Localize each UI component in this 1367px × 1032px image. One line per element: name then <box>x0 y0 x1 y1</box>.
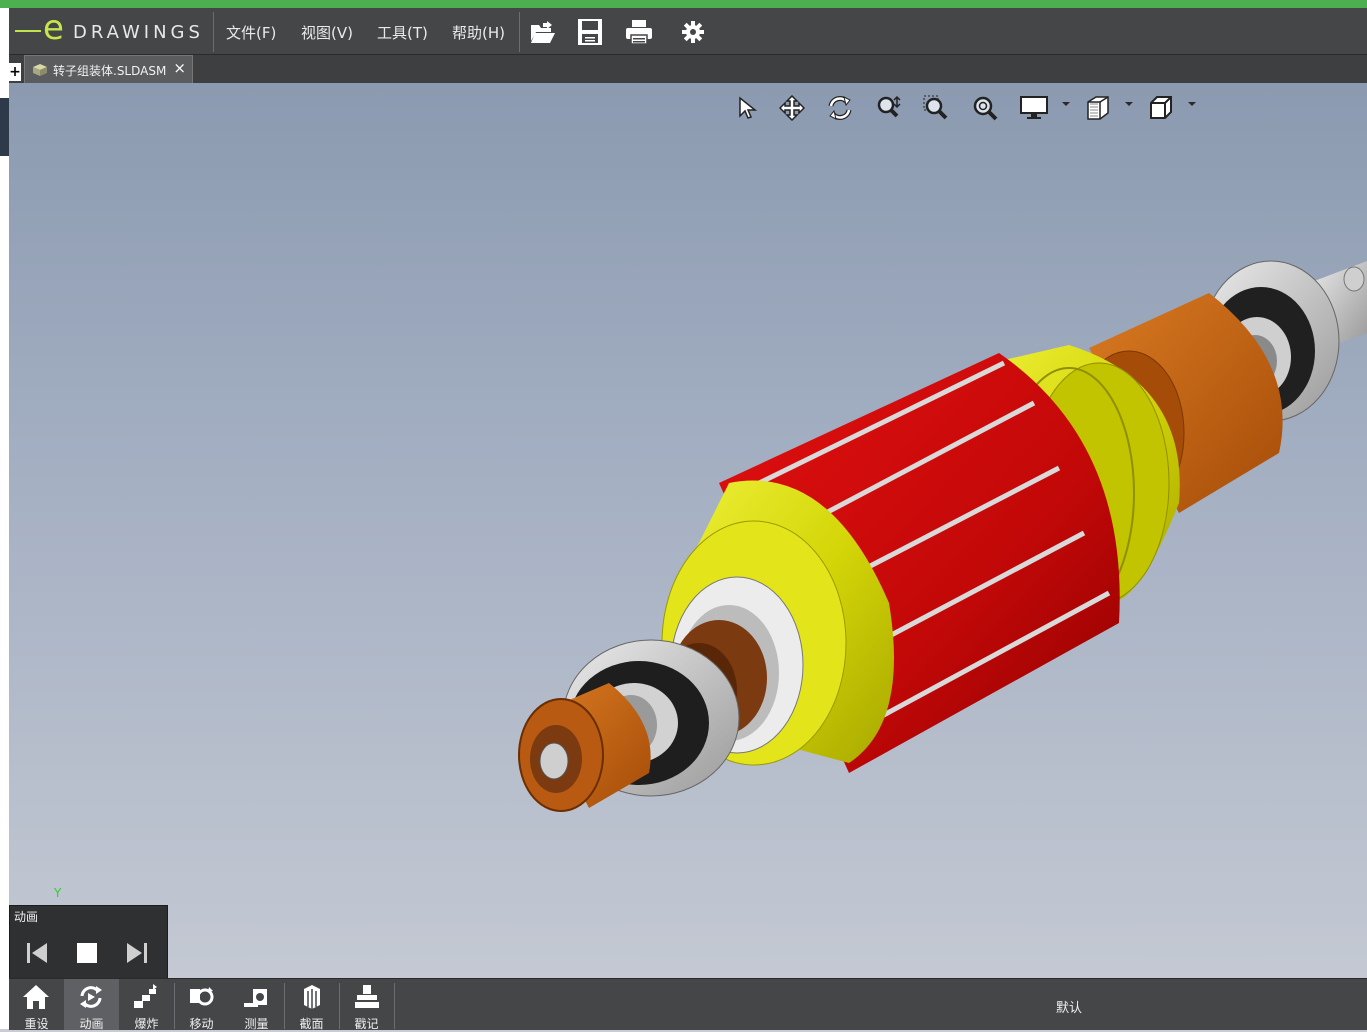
previous-icon <box>27 943 47 963</box>
rotor-assembly-model[interactable] <box>9 83 1367 978</box>
move-label: 移动 <box>189 1017 214 1031</box>
tab-document[interactable]: 转子组装体.SLDASM × <box>24 55 193 83</box>
save-button[interactable] <box>574 16 606 48</box>
explode-icon <box>134 984 157 1008</box>
settings-icon <box>682 21 704 43</box>
toolbar-separator <box>394 983 395 1029</box>
menu-separator <box>213 12 214 52</box>
edrawings-logo: e DRAWINGS <box>15 8 211 50</box>
window-top-edge <box>0 0 1367 8</box>
move-icon <box>190 987 214 1006</box>
logo-text: DRAWINGS <box>73 22 204 43</box>
next-icon <box>127 943 147 963</box>
previous-button[interactable] <box>22 938 52 968</box>
section-button[interactable]: 截面 <box>284 979 339 1031</box>
bottom-toolbar: 重设 动画 爆炸 移动 测量 截面 戳记 默认 <box>9 978 1367 1031</box>
logo-letter: e <box>43 8 64 48</box>
section-icon <box>304 985 320 1009</box>
triad-y-label: Y <box>54 886 62 900</box>
animate-icon <box>80 986 102 1008</box>
reset-label: 重设 <box>24 1017 49 1031</box>
window-left-edge <box>0 8 9 1029</box>
explode-button[interactable]: 爆炸 <box>119 979 174 1031</box>
open-button[interactable] <box>527 16 559 48</box>
graphics-viewport[interactable]: Y <box>9 83 1367 978</box>
measure-icon <box>244 989 267 1007</box>
print-icon <box>626 20 652 45</box>
document-tab-strip: + 转子组装体.SLDASM × <box>9 55 1367 83</box>
move-button[interactable]: 移动 <box>174 979 229 1031</box>
measure-label: 测量 <box>244 1017 269 1031</box>
menu-bar: e DRAWINGS 文件(F) 视图(V) 工具(T) 帮助(H) <box>9 8 1367 55</box>
stamp-button[interactable]: 戳记 <box>339 979 394 1031</box>
menu-separator <box>519 12 520 52</box>
settings-button[interactable] <box>677 16 709 48</box>
next-button[interactable] <box>122 938 152 968</box>
new-tab-button[interactable]: + <box>9 63 21 81</box>
tab-document-label: 转子组装体.SLDASM <box>53 64 167 78</box>
animate-label: 动画 <box>79 1017 104 1031</box>
close-icon[interactable]: × <box>173 59 186 77</box>
reset-button[interactable]: 重设 <box>9 979 64 1031</box>
explode-label: 爆炸 <box>134 1017 159 1031</box>
measure-button[interactable]: 测量 <box>229 979 284 1031</box>
animation-panel: 动画 <box>9 905 168 980</box>
menu-tools[interactable]: 工具(T) <box>377 22 428 43</box>
stop-icon <box>77 943 97 963</box>
stamp-label: 戳记 <box>354 1017 379 1031</box>
stop-button[interactable] <box>72 938 102 968</box>
logo-arrow <box>15 30 41 32</box>
home-icon <box>23 985 49 1009</box>
assembly-icon <box>33 64 47 76</box>
save-icon <box>578 19 602 45</box>
print-button[interactable] <box>623 16 655 48</box>
animation-panel-title: 动画 <box>14 910 39 924</box>
animate-button[interactable]: 动画 <box>64 979 119 1031</box>
menu-help[interactable]: 帮助(H) <box>452 22 505 43</box>
left-edge-dark <box>0 98 9 156</box>
section-label: 截面 <box>299 1017 324 1031</box>
stamp-icon <box>355 985 379 1008</box>
configuration-name[interactable]: 默认 <box>1056 997 1082 1016</box>
menu-file[interactable]: 文件(F) <box>226 22 276 43</box>
menu-view[interactable]: 视图(V) <box>301 22 353 43</box>
open-icon <box>531 21 555 43</box>
